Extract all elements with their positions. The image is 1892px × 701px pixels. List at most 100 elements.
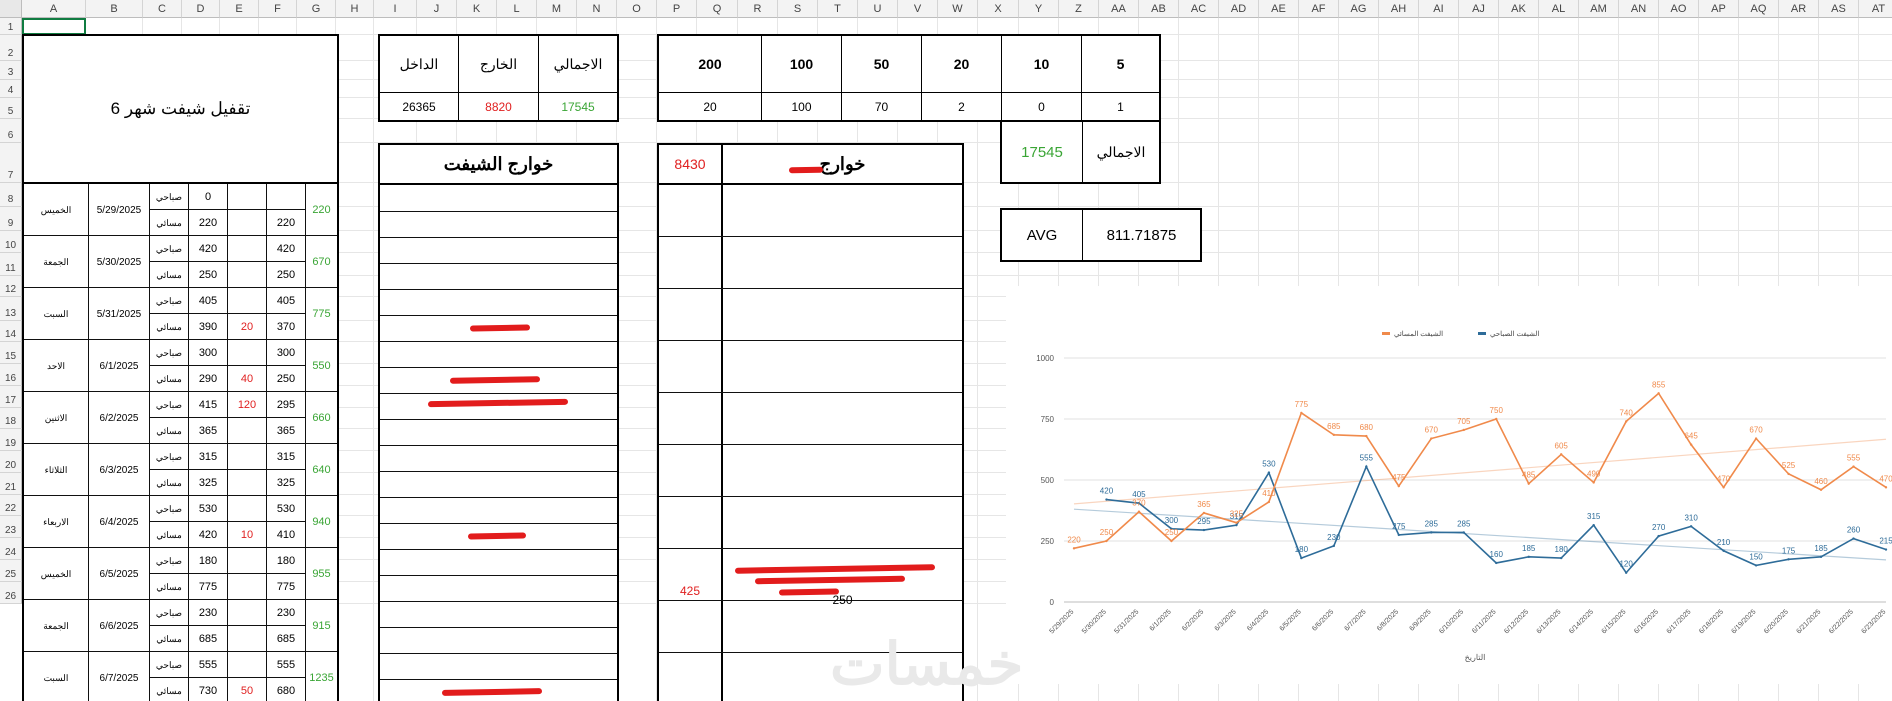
shift-amount[interactable]: 325 [189, 470, 227, 496]
shift-amount[interactable]: 530 [189, 496, 227, 522]
column-header[interactable]: AI [1419, 0, 1459, 18]
column-header[interactable]: M [537, 0, 577, 18]
total-value[interactable]: 17545 [1002, 122, 1082, 182]
shift-deduction[interactable] [228, 444, 266, 470]
shift-deduction[interactable] [228, 626, 266, 652]
column-header[interactable]: L [497, 0, 537, 18]
shift-deduction[interactable] [228, 340, 266, 366]
shift-deduction[interactable] [228, 600, 266, 626]
shift-amount[interactable]: 220 [189, 210, 227, 236]
column-header[interactable]: A [22, 0, 86, 18]
row-header[interactable]: 11 [0, 253, 22, 276]
shift-net[interactable]: 405 [267, 288, 305, 314]
shift-net[interactable]: 775 [267, 574, 305, 600]
column-header[interactable]: H [336, 0, 374, 18]
shift-deduction[interactable] [228, 236, 266, 262]
row-header[interactable]: 7 [0, 143, 22, 183]
column-header[interactable]: N [577, 0, 617, 18]
column-header[interactable]: D [182, 0, 220, 18]
day-total[interactable]: 660 [306, 392, 337, 444]
row-header[interactable]: 26 [0, 582, 22, 604]
shift-deduction[interactable] [228, 184, 266, 210]
day-total[interactable]: 220 [306, 184, 337, 236]
day-total[interactable]: 955 [306, 548, 337, 600]
shift-amount[interactable]: 180 [189, 548, 227, 574]
shift-deduction[interactable] [228, 418, 266, 444]
column-header[interactable]: AS [1819, 0, 1859, 18]
column-header[interactable]: AJ [1459, 0, 1499, 18]
row-header[interactable]: 4 [0, 80, 22, 98]
avg-value[interactable]: 811.71875 [1083, 210, 1200, 260]
shift-amount[interactable]: 365 [189, 418, 227, 444]
row-header[interactable]: 21 [0, 473, 22, 495]
shift-amount[interactable]: 230 [189, 600, 227, 626]
column-header[interactable]: AL [1539, 0, 1579, 18]
shift-net[interactable]: 180 [267, 548, 305, 574]
shift-net[interactable]: 530 [267, 496, 305, 522]
day-total[interactable]: 1235 [306, 652, 337, 701]
row-header[interactable]: 20 [0, 451, 22, 473]
denom-value-5[interactable]: 1 [1082, 93, 1159, 120]
column-header[interactable]: C [143, 0, 182, 18]
shift-deduction[interactable]: 20 [228, 314, 266, 340]
column-header[interactable]: AA [1099, 0, 1139, 18]
shift-deduction[interactable] [228, 210, 266, 236]
shift-deduction[interactable]: 50 [228, 678, 266, 701]
shift-amount[interactable]: 415 [189, 392, 227, 418]
column-header[interactable]: B [86, 0, 143, 18]
spreadsheet[interactable]: A B C D E F G H I J K L M N O P Q R S T U V W X Y Z AA AB AC AD AE AF AG… [0, 0, 1892, 701]
shift-net[interactable]: 365 [267, 418, 305, 444]
column-header[interactable]: AD [1219, 0, 1259, 18]
column-header[interactable]: G [297, 0, 336, 18]
shift-net[interactable]: 295 [267, 392, 305, 418]
day-date[interactable]: 6/2/2025 [89, 392, 149, 444]
column-header[interactable]: S [778, 0, 818, 18]
denom-value-20[interactable]: 2 [922, 93, 1001, 120]
day-date[interactable]: 6/6/2025 [89, 600, 149, 652]
column-header[interactable]: AM [1579, 0, 1619, 18]
column-header[interactable]: O [617, 0, 657, 18]
row-header[interactable]: 19 [0, 429, 22, 451]
other-outgoings-total[interactable]: 8430 [659, 145, 721, 183]
shift-net[interactable]: 370 [267, 314, 305, 340]
column-header[interactable]: Z [1059, 0, 1099, 18]
row-header[interactable]: 13 [0, 297, 22, 321]
shift-deduction[interactable]: 40 [228, 366, 266, 392]
line-chart[interactable]: 0 250 500 750 1000 5/29/2025 5/30/2025 5/31/202… [1006, 286, 1892, 684]
day-total[interactable]: 775 [306, 288, 337, 340]
row-header[interactable]: 15 [0, 342, 22, 364]
shift-net[interactable]: 250 [267, 366, 305, 392]
shift-amount[interactable]: 420 [189, 522, 227, 548]
row-header[interactable]: 12 [0, 276, 22, 297]
shift-net[interactable]: 230 [267, 600, 305, 626]
denom-value-10[interactable]: 0 [1002, 93, 1081, 120]
shift-net[interactable]: 410 [267, 522, 305, 548]
column-header[interactable]: R [738, 0, 778, 18]
summary-value-out[interactable]: 8820 [459, 93, 538, 120]
day-date[interactable]: 6/5/2025 [89, 548, 149, 600]
shift-deduction[interactable] [228, 496, 266, 522]
other-outgoing-note[interactable]: 250 [723, 585, 962, 615]
shift-amount[interactable]: 300 [189, 340, 227, 366]
column-header[interactable]: AE [1259, 0, 1299, 18]
shift-net[interactable]: 680 [267, 678, 305, 701]
row-header[interactable]: 3 [0, 61, 22, 80]
column-header[interactable]: T [818, 0, 858, 18]
row-header[interactable]: 1 [0, 18, 22, 35]
row-header[interactable]: 5 [0, 98, 22, 119]
row-header[interactable]: 10 [0, 231, 22, 253]
day-total[interactable]: 915 [306, 600, 337, 652]
column-header[interactable]: AG [1339, 0, 1379, 18]
row-header[interactable]: 14 [0, 321, 22, 342]
denom-value-50[interactable]: 70 [842, 93, 921, 120]
day-date[interactable]: 6/1/2025 [89, 340, 149, 392]
row-header[interactable]: 24 [0, 538, 22, 560]
column-header[interactable]: AR [1779, 0, 1819, 18]
shift-deduction[interactable]: 120 [228, 392, 266, 418]
denom-value-200[interactable]: 20 [659, 93, 761, 120]
column-header[interactable]: AT [1859, 0, 1892, 18]
column-header[interactable]: X [978, 0, 1019, 18]
shift-net[interactable]: 325 [267, 470, 305, 496]
shift-amount[interactable]: 390 [189, 314, 227, 340]
column-header[interactable]: AH [1379, 0, 1419, 18]
